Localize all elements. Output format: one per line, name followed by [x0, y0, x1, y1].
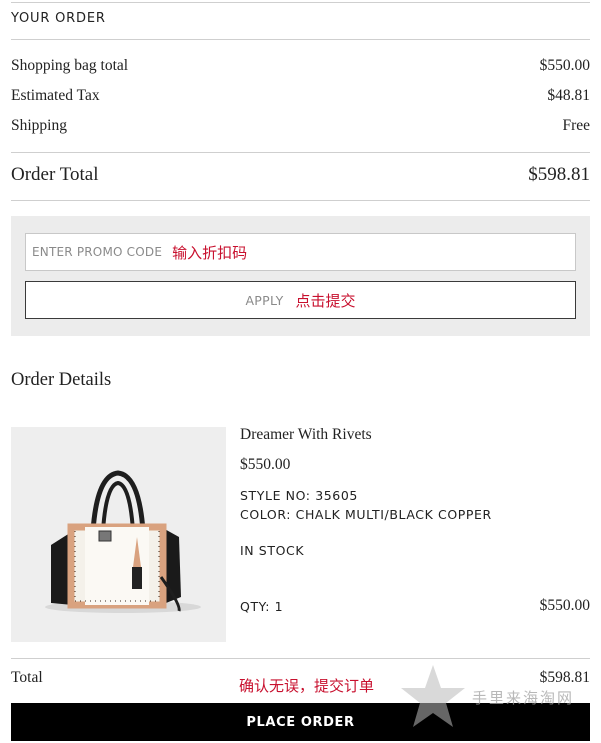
product-style-no: STYLE NO: 35605 [240, 488, 358, 503]
details-divider [11, 658, 590, 659]
heading-divider [11, 39, 590, 40]
product-image[interactable] [11, 427, 226, 642]
product-qty: QTY: 1 [240, 598, 284, 614]
place-order-button[interactable]: PLACE ORDER [11, 703, 590, 741]
summary-row-value: Free [562, 117, 590, 134]
summary-row-label: Estimated Tax [11, 87, 100, 104]
product-name[interactable]: Dreamer With Rivets [240, 426, 372, 444]
promo-panel: ENTER PROMO CODE 输入折扣码 APPLY 点击提交 [11, 216, 590, 336]
apply-button[interactable]: APPLY 点击提交 [25, 281, 576, 319]
summary-row-label: Shopping bag total [11, 57, 129, 74]
place-order-annotation: 确认无误，提交订单 [239, 677, 375, 695]
order-total-value: $598.81 [528, 164, 590, 185]
order-total-divider [11, 200, 590, 201]
order-details-title: Order Details [11, 370, 112, 390]
apply-annotation: 点击提交 [295, 291, 356, 310]
summary-row-shipping: Shipping Free [11, 115, 590, 137]
stock-status: IN STOCK [240, 543, 305, 558]
summary-row-tax: Estimated Tax $48.81 [11, 85, 590, 107]
order-total-row: Order Total $598.81 [11, 161, 590, 189]
final-total-value: $598.81 [539, 669, 590, 686]
product-price: $550.00 [240, 456, 291, 473]
apply-button-label: APPLY [245, 292, 284, 308]
summary-divider [11, 152, 590, 153]
summary-row-value: $48.81 [547, 87, 590, 104]
summary-row-value: $550.00 [539, 57, 590, 74]
product-color: COLOR: CHALK MULTI/BLACK COPPER [240, 507, 492, 522]
your-order-heading: YOUR ORDER [11, 11, 106, 26]
top-divider [11, 2, 590, 3]
promo-code-annotation: 输入折扣码 [172, 243, 248, 262]
final-total-label: Total [11, 669, 43, 686]
summary-row-label: Shipping [11, 117, 67, 134]
handbag-icon [11, 427, 226, 642]
promo-code-placeholder: ENTER PROMO CODE [32, 245, 163, 259]
order-total-label: Order Total [11, 164, 99, 185]
promo-code-input[interactable]: ENTER PROMO CODE 输入折扣码 [25, 233, 576, 271]
place-order-label: PLACE ORDER [246, 714, 355, 730]
product-qty-row: QTY: 1 $550.00 [240, 596, 590, 616]
product-line-total: $550.00 [539, 597, 590, 614]
summary-row-bag-total: Shopping bag total $550.00 [11, 55, 590, 77]
